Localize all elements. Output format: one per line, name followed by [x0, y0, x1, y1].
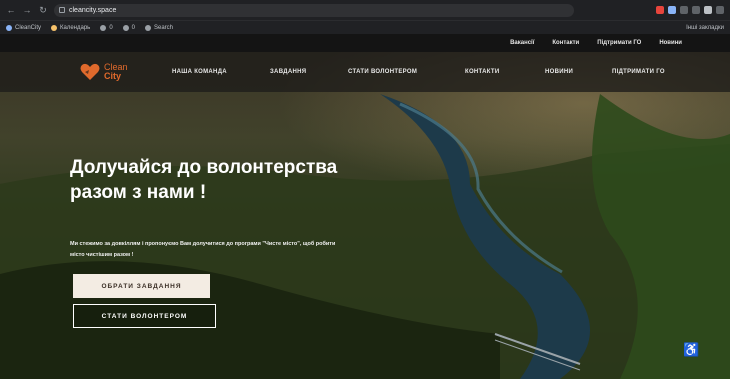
bookmark-item[interactable]: 0	[122, 24, 135, 31]
bookmarks-bar: CleanCity Календарь 0 0 Search Інші закл…	[0, 20, 730, 34]
hero-subtitle: Ми стежимо за довкіллям і пропонуємо Вам…	[70, 241, 336, 258]
bookmark-icon	[122, 24, 129, 31]
extension-icon[interactable]	[680, 6, 688, 14]
choose-task-button[interactable]: ОБРАТИ ЗАВДАННЯ	[73, 274, 210, 298]
nav-contacts[interactable]: КОНТАКТИ	[465, 69, 499, 75]
other-bookmarks[interactable]: Інші закладки	[686, 25, 724, 31]
extension-icon[interactable]	[656, 6, 664, 14]
logo-text-line2: City	[104, 71, 122, 81]
topbar-link-vacancies[interactable]: Вакансії	[510, 40, 534, 46]
menu-icon[interactable]	[716, 6, 724, 14]
extension-icon[interactable]	[668, 6, 676, 14]
forward-icon[interactable]: →	[22, 5, 32, 15]
browser-toolbar: ← → ↻ cleancity.space	[0, 0, 730, 20]
nav-become-volunteer[interactable]: СТАТИ ВОЛОНТЕРОМ	[348, 69, 417, 75]
website: Вакансії Контакти Підтримати ГО Новини C…	[0, 34, 730, 379]
nav-tasks[interactable]: ЗАВДАННЯ	[270, 69, 306, 75]
bookmark-icon	[100, 24, 107, 31]
main-navigation: Clean City НАША КОМАНДА ЗАВДАННЯ СТАТИ В…	[0, 52, 730, 92]
top-utility-bar: Вакансії Контакти Підтримати ГО Новини	[0, 34, 730, 52]
nav-support[interactable]: ПІДТРИМАТИ ГО	[612, 69, 665, 75]
accessibility-icon[interactable]: ♿	[683, 342, 699, 358]
profile-icon[interactable]	[704, 6, 712, 14]
address-bar[interactable]: cleancity.space	[54, 3, 574, 17]
lock-icon	[59, 7, 65, 13]
bookmark-item[interactable]: Календарь	[51, 24, 90, 31]
become-volunteer-button[interactable]: СТАТИ ВОЛОНТЕРОМ	[73, 304, 216, 328]
bookmark-icon	[6, 24, 12, 31]
topbar-link-support[interactable]: Підтримати ГО	[597, 40, 641, 46]
reload-icon[interactable]: ↻	[38, 5, 48, 15]
bookmark-item[interactable]: 0	[100, 24, 113, 31]
topbar-link-contacts[interactable]: Контакти	[552, 40, 579, 46]
address-url[interactable]: cleancity.space	[69, 7, 116, 14]
bookmark-icon	[51, 24, 58, 31]
bookmark-item[interactable]: CleanCity	[6, 24, 41, 31]
back-icon[interactable]: ←	[6, 5, 16, 15]
nav-news[interactable]: НОВИНИ	[545, 69, 573, 75]
nav-our-team[interactable]: НАША КОМАНДА	[172, 69, 227, 75]
topbar-link-news[interactable]: Новини	[659, 40, 682, 46]
hero-title: Долучайся до волонтерства разом з нами !	[70, 157, 338, 203]
logo[interactable]: Clean City	[80, 63, 175, 81]
bookmark-icon	[145, 24, 151, 31]
heart-logo-icon	[80, 63, 100, 80]
bookmark-item[interactable]: Search	[145, 24, 173, 31]
extension-icon[interactable]	[692, 6, 700, 14]
